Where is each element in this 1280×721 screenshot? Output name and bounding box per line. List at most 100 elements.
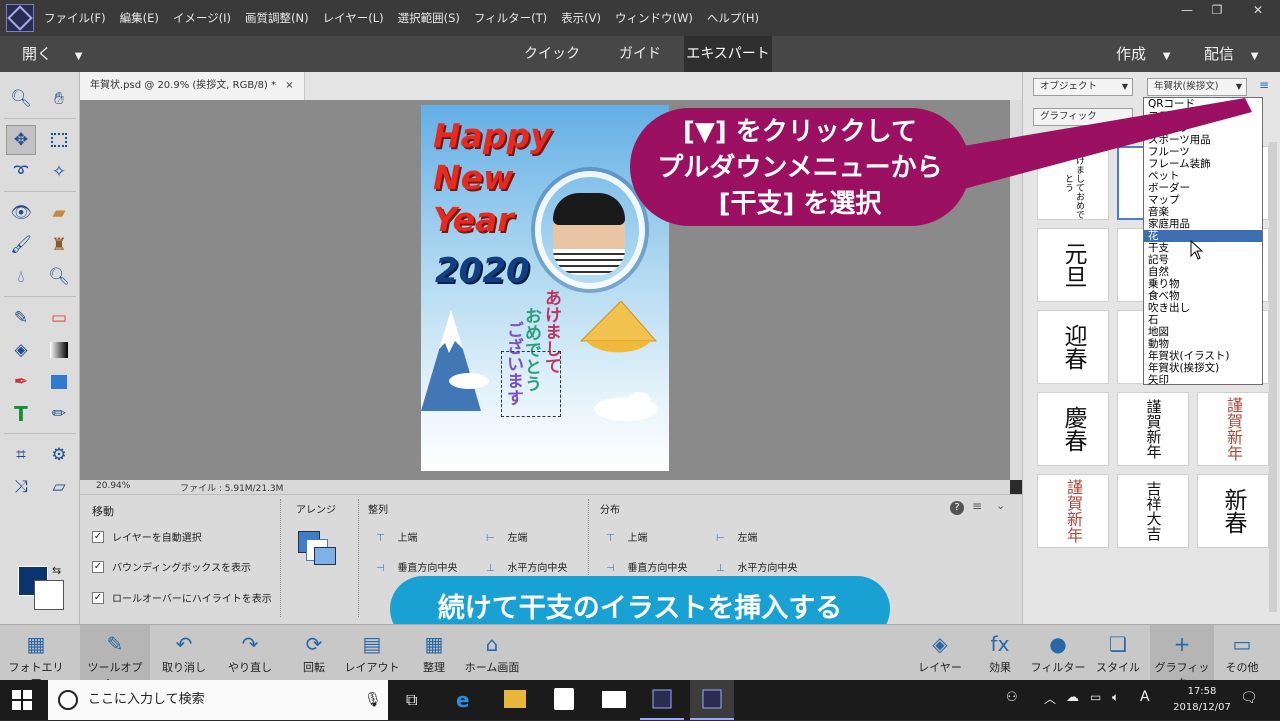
graphic-thumbnail[interactable]: 慶春 (1037, 392, 1109, 466)
dropdown-option[interactable]: 石 (1144, 314, 1262, 326)
graphic-thumbnail[interactable]: 新春 (1197, 474, 1269, 548)
align-left-button[interactable]: ⊢ 左端 (486, 529, 527, 544)
graphic-thumbnail[interactable]: 謹賀新年 (1197, 392, 1269, 466)
taskbin-layout-button[interactable]: ▤ レイアウト (344, 625, 400, 681)
taskbin-filter-button[interactable]: ● フィルター (1030, 625, 1086, 681)
dropdown-option[interactable]: 音楽 (1144, 206, 1262, 218)
dropdown-option[interactable]: 年賀状(イラスト) (1144, 350, 1262, 362)
help-icon[interactable]: ? (950, 501, 964, 515)
gradient-tool-icon[interactable] (44, 335, 74, 365)
windows-start-icon[interactable] (12, 690, 32, 710)
graphic-thumbnail[interactable]: 謹賀新年 (1117, 392, 1189, 466)
dropdown-option[interactable]: 家庭用品 (1144, 218, 1262, 230)
eraser-tool-icon[interactable]: ▭ (44, 303, 74, 333)
distribute-top-button[interactable]: ⊤ 上端 (606, 529, 647, 544)
taskbin-organize-button[interactable]: ▦ 整理 (406, 625, 462, 681)
graphic-thumbnail[interactable]: 謹賀新年 (1037, 474, 1109, 548)
notification-center-icon[interactable]: 🗨︎ (1240, 690, 1258, 706)
auto-select-layer-checkbox[interactable]: ✓ レイヤーを自動選択 (92, 529, 202, 544)
taskbin-graphics-button[interactable]: +グラフィック (1150, 625, 1214, 690)
panel-menu-icon[interactable]: ≡ (972, 499, 982, 513)
shape-tool-icon[interactable] (44, 367, 74, 397)
dropdown-option[interactable]: 食べ物 (1144, 290, 1262, 302)
content-aware-move-icon[interactable]: ⤨ (6, 472, 36, 502)
background-color-swatch[interactable] (34, 580, 64, 610)
menu-item[interactable]: ファイル(F) (44, 10, 106, 26)
file-explorer-icon[interactable] (504, 690, 526, 708)
smart-brush-tool-icon[interactable]: 🖌︎ (6, 230, 36, 260)
taskbin-undo-button[interactable]: ↶ 取り消し (156, 625, 212, 681)
show-hidden-icons-chevron[interactable]: ︿ (1044, 690, 1056, 707)
open-menu-button[interactable]: 開く ▼ (22, 36, 83, 72)
tab-guided[interactable]: ガイド (604, 36, 676, 72)
move-tool-icon[interactable]: ✥ (6, 125, 36, 155)
menu-item[interactable]: レイヤー(L) (323, 10, 384, 26)
taskbin-home-button[interactable]: ⌂ ホーム画面 (462, 625, 522, 681)
task-view-icon[interactable]: ⧉ (406, 690, 417, 710)
menu-item[interactable]: 表示(V) (561, 10, 601, 26)
menu-item[interactable]: 編集(E) (120, 10, 159, 26)
swap-colors-icon[interactable]: ⇆ (52, 564, 61, 577)
lasso-tool-icon[interactable]: ➰︎ (6, 157, 36, 187)
taskbar-search-box[interactable]: ここに入力して検索 🎙︎ (48, 680, 388, 720)
photoshop-elements-taskbar-icon[interactable] (640, 680, 684, 720)
graphic-thumbnail[interactable]: 吉祥大吉 (1117, 474, 1189, 548)
dropdown-option[interactable]: 吹き出し (1144, 302, 1262, 314)
taskbin-style-button[interactable]: ❏ スタイル (1090, 625, 1146, 681)
marquee-tool-icon[interactable] (44, 125, 74, 155)
align-vcenter-button[interactable]: ⊣ 垂直方向中央 (376, 559, 457, 574)
dropdown-option[interactable]: 年賀状(挨拶文) (1144, 362, 1262, 374)
graphic-thumbnail[interactable]: 迎春 (1037, 310, 1109, 384)
zoom-tool-icon[interactable]: 🔍︎ (6, 84, 36, 114)
restore-button[interactable]: ❐ (1202, 0, 1232, 20)
network-icon[interactable]: ▭ (1090, 690, 1101, 704)
store-icon[interactable] (554, 688, 574, 710)
menu-item[interactable]: ヘルプ(H) (707, 10, 759, 26)
close-window-button[interactable]: ✕ (1238, 0, 1278, 20)
menu-item[interactable]: 画質調整(N) (245, 10, 309, 26)
taskbin-more-button[interactable]: ▭ その他 (1214, 625, 1270, 681)
onedrive-cloud-icon[interactable]: ☁︎ (1066, 690, 1079, 705)
collapse-chevron-icon[interactable]: ⌄ (996, 499, 1005, 512)
eyedropper-tool-icon[interactable]: ✒ (6, 367, 36, 397)
recompose-tool-icon[interactable]: ⚙︎ (44, 440, 74, 470)
volume-icon[interactable]: 🔈︎ (1112, 690, 1119, 705)
tab-quick[interactable]: クイック (516, 36, 588, 72)
taskbin-fx-button[interactable]: fx 効果 (972, 625, 1028, 681)
align-top-button[interactable]: ⊤ 上端 (376, 529, 417, 544)
dropdown-option[interactable]: 動物 (1144, 338, 1262, 350)
zoom-level[interactable]: 20.94% (96, 481, 130, 491)
rollover-highlight-checkbox[interactable]: ✓ ロールオーバーにハイライトを表示 (92, 590, 272, 605)
photoshop-elements-editor-taskbar-icon[interactable] (690, 680, 734, 720)
hand-tool-icon[interactable]: ✋︎ (44, 84, 74, 114)
document-tab[interactable]: 年賀状.psd @ 20.9% (挨拶文, RGB/8) * × (80, 72, 305, 100)
crop-tool-icon[interactable]: ⌗ (6, 440, 36, 470)
brush-tool-icon[interactable]: ✎ (6, 303, 36, 333)
distribute-hcenter-button[interactable]: ⊥ 水平方向中央 (716, 559, 797, 574)
distribute-vcenter-button[interactable]: ⊣ 垂直方向中央 (606, 559, 687, 574)
taskbin-layers-button[interactable]: ◈ レイヤー (912, 625, 968, 681)
taskbin-tool-options-button[interactable]: ✎ツールオプシ... (80, 625, 150, 690)
create-menu-button[interactable]: 作成 ▼ (1116, 36, 1171, 72)
taskbin-photo-bin-button[interactable]: ▦フォトエリア (8, 625, 64, 690)
graphic-thumbnail[interactable]: 元旦 (1037, 228, 1109, 302)
blur-tool-icon[interactable]: 💧︎ (6, 262, 36, 292)
edge-browser-icon[interactable]: e (456, 688, 470, 712)
menu-item[interactable]: フィルター(T) (474, 10, 547, 26)
people-icon[interactable]: ⚇ (1006, 690, 1018, 705)
ime-mode-indicator[interactable]: A (1140, 689, 1150, 705)
arrange-button[interactable] (298, 531, 338, 567)
spot-healing-tool-icon[interactable]: ▰ (44, 198, 74, 228)
panel-scrollbar[interactable] (1269, 142, 1277, 612)
red-eye-tool-icon[interactable]: 👁︎ (6, 198, 36, 228)
menu-item[interactable]: ウィンドウ(W) (615, 10, 693, 26)
align-hcenter-button[interactable]: ⊥ 水平方向中央 (486, 559, 567, 574)
sponge-tool-icon[interactable]: 🔍︎ (44, 262, 74, 292)
taskbin-redo-button[interactable]: ↷ やり直し (222, 625, 278, 681)
magic-wand-tool-icon[interactable]: ✧ (44, 157, 74, 187)
dropdown-option[interactable]: 地図 (1144, 326, 1262, 338)
dropdown-option[interactable]: 乗り物 (1144, 278, 1262, 290)
distribute-left-button[interactable]: ⊢ 左端 (716, 529, 757, 544)
menu-item[interactable]: 選択範囲(S) (398, 10, 460, 26)
taskbar-clock[interactable]: 17:58 2018/12/07 (1166, 684, 1238, 716)
